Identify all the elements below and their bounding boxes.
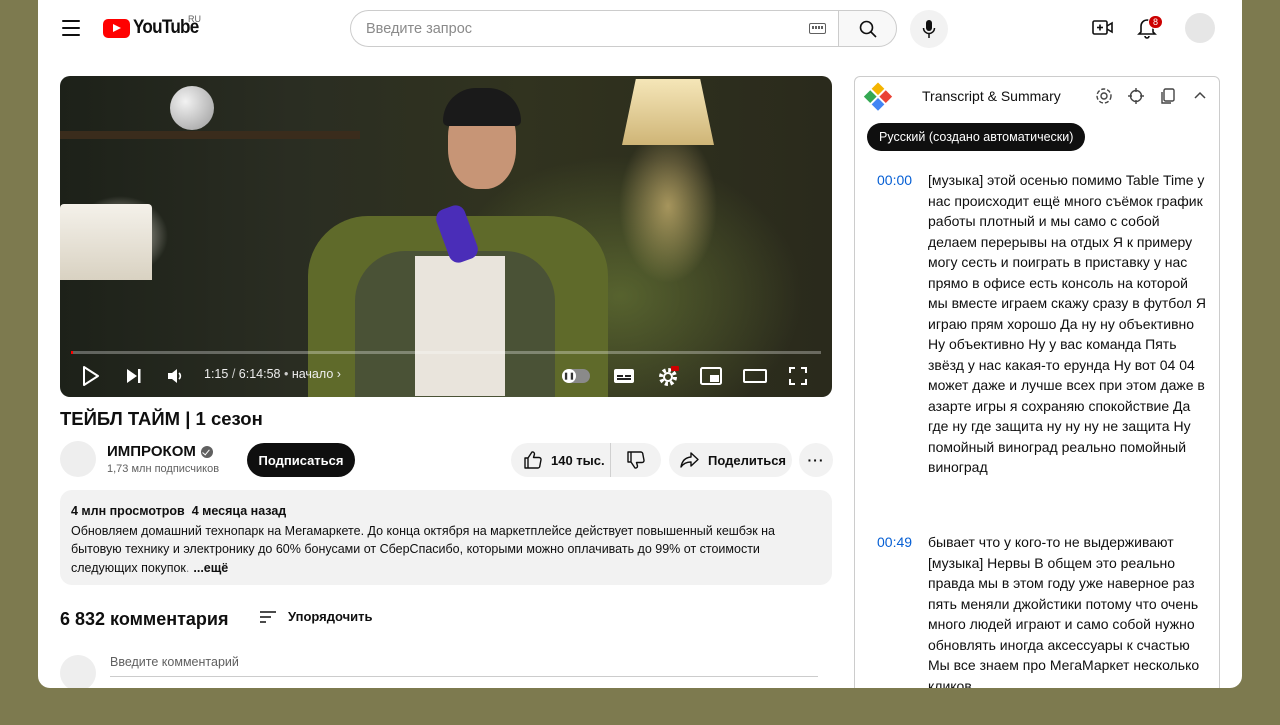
search-placeholder: Введите запрос — [366, 20, 473, 37]
time-display: 1:15 / 6:14:58 • начало › — [204, 367, 341, 381]
segment-text: бывает что у кого-то не выдерживают [муз… — [928, 534, 1200, 688]
autoplay-toggle[interactable]: ❚❚ — [562, 369, 590, 383]
like-icon — [524, 451, 542, 469]
sort-comments-button[interactable]: Упорядочить — [259, 609, 373, 624]
create-video-icon[interactable] — [1092, 18, 1114, 38]
player-controls: 1:15 / 6:14:58 • начало › ❚❚ — [60, 361, 832, 391]
more-dots-icon: ··· — [807, 452, 825, 468]
like-button[interactable]: 140 тыс. — [511, 443, 611, 477]
sort-icon — [260, 610, 276, 623]
chapter-chevron-icon: › — [336, 367, 341, 381]
transcript-tools — [1095, 87, 1209, 105]
progress-fill — [71, 351, 74, 354]
more-actions-button[interactable]: ··· — [799, 443, 833, 477]
segment-timestamp[interactable]: 00:49 — [877, 532, 928, 688]
region-code: RU — [188, 14, 201, 24]
target-icon[interactable] — [1127, 87, 1145, 105]
video-player[interactable]: 1:15 / 6:14:58 • начало › ❚❚ — [60, 76, 832, 397]
search-icon — [859, 20, 877, 38]
description-more-link[interactable]: ...ещё — [193, 561, 228, 575]
transcript-panel-header: Transcript & Summary — [855, 77, 1219, 115]
dislike-button[interactable] — [611, 443, 661, 477]
channel-avatar[interactable] — [60, 441, 96, 477]
scene-lamp-right — [622, 79, 714, 145]
channel-name-text[interactable]: ИМПРОКОМ — [107, 443, 196, 460]
scene-lamp-left — [60, 204, 152, 280]
subtitles-icon[interactable] — [613, 367, 635, 385]
scene-football — [170, 86, 214, 130]
transcript-panel: Transcript & Summary Русский (создано ав… — [854, 76, 1220, 688]
scene-person-cap — [443, 88, 521, 126]
fullscreen-icon[interactable] — [789, 367, 807, 385]
next-icon[interactable] — [125, 367, 143, 385]
notification-badge: 8 — [1148, 15, 1164, 29]
description-text: Обновляем домашний технопарк на Мегамарк… — [71, 523, 775, 575]
keyboard-icon[interactable] — [809, 23, 826, 34]
sort-label: Упорядочить — [288, 609, 373, 624]
extension-logo-icon — [862, 82, 893, 113]
mic-icon — [922, 20, 936, 38]
description-text-block: Обновляем домашний технопарк на Мегамарк… — [71, 522, 821, 578]
progress-bar[interactable] — [71, 351, 821, 354]
language-chip[interactable]: Русский (создано автоматически) — [867, 123, 1086, 151]
chapter-label[interactable]: начало — [292, 367, 333, 381]
transcript-segment: 00:00 [музыка] этой осенью помимо Table … — [877, 170, 1207, 478]
current-time: 1:15 — [204, 367, 229, 381]
browser-window: YouTube RU Введите запрос 8 1:15 / 6:14:… — [38, 0, 1242, 688]
dislike-icon — [627, 451, 645, 469]
scene-shelf — [60, 131, 360, 139]
subscribe-button[interactable]: Подписаться — [247, 443, 355, 477]
view-count: 4 млн просмотров — [71, 504, 185, 518]
menu-icon[interactable] — [62, 20, 80, 36]
chevron-up-icon[interactable] — [1191, 87, 1209, 105]
share-label: Поделиться — [708, 452, 787, 468]
account-avatar[interactable] — [1185, 13, 1215, 43]
openai-icon[interactable] — [1095, 87, 1113, 105]
search-button[interactable] — [838, 10, 897, 47]
segment-text: [музыка] этой осенью помимо Table Time у… — [928, 172, 1206, 475]
like-count: 140 тыс. — [551, 452, 605, 468]
like-dislike-group: 140 тыс. — [511, 443, 661, 477]
share-button[interactable]: Поделиться — [669, 443, 792, 477]
youtube-play-logo-icon — [103, 18, 130, 38]
share-icon — [680, 452, 699, 468]
upload-age: 4 месяца назад — [191, 504, 287, 518]
autoplay-pause-icon: ❚❚ — [562, 369, 576, 383]
comments-count: 6 832 комментария — [60, 609, 229, 629]
play-icon[interactable] — [82, 366, 100, 386]
channel-name[interactable]: ИМПРОКОМ — [107, 443, 213, 460]
subscriber-count: 1,73 млн подписчиков — [107, 463, 220, 475]
duration: 6:14:58 — [238, 367, 281, 381]
transcript-segment: 00:49 бывает что у кого-то не выдерживаю… — [877, 532, 1207, 688]
volume-icon[interactable] — [166, 367, 184, 385]
comment-avatar — [60, 655, 96, 688]
description-meta: 4 млн просмотров 4 месяца назад — [71, 502, 821, 521]
video-title: ТЕЙБЛ ТАЙМ | 1 сезон — [60, 408, 263, 429]
verified-icon — [200, 445, 213, 458]
voice-search-button[interactable] — [910, 10, 948, 48]
copy-icon[interactable] — [1159, 87, 1177, 105]
theater-mode-icon[interactable] — [743, 367, 767, 385]
miniplayer-icon[interactable] — [700, 367, 722, 385]
description-fade: . — [185, 560, 190, 575]
description-box[interactable]: 4 млн просмотров 4 месяца назад Обновляе… — [60, 490, 832, 585]
segment-timestamp[interactable]: 00:00 — [877, 170, 928, 478]
transcript-title: Transcript & Summary — [922, 88, 1061, 104]
settings-icon[interactable] — [657, 366, 679, 388]
comment-input[interactable]: Введите комментарий — [110, 655, 818, 677]
search-input[interactable]: Введите запрос — [350, 10, 838, 47]
